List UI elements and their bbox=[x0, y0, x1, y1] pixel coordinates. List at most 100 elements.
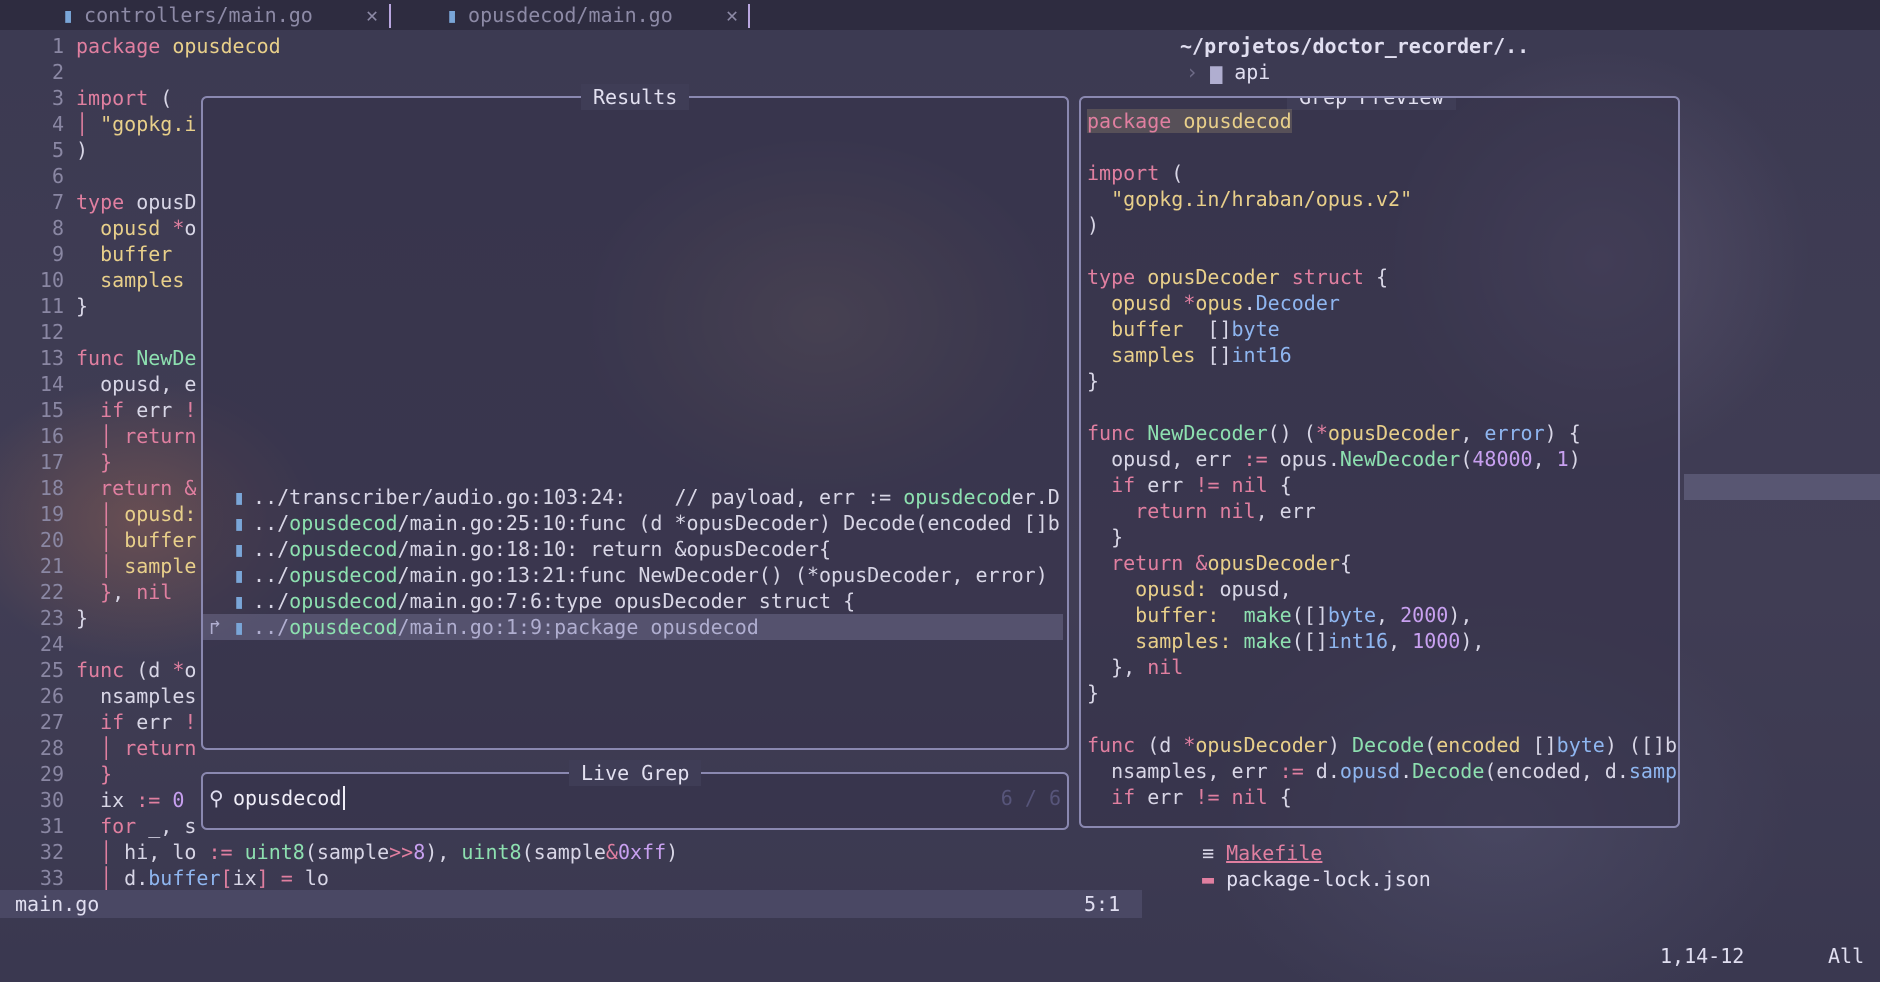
line-number: 32 bbox=[39, 840, 64, 864]
result-path: ../ bbox=[253, 511, 290, 535]
tabline: ▮ controllers/main.go ✕ ▮ opusdecod/main.g… bbox=[0, 0, 1880, 30]
preview-line: } bbox=[1087, 369, 1100, 393]
code-line: } bbox=[100, 450, 113, 474]
search-input[interactable]: opusdecod bbox=[233, 784, 341, 812]
result-rest: /main.go:1:9:package opusdecod bbox=[397, 615, 759, 639]
result-row[interactable]: ▮ ../opusdecod/main.go:7:6:type opusDecod… bbox=[203, 588, 1063, 614]
code-line: │ return bbox=[100, 424, 197, 448]
preview-line: } bbox=[1087, 681, 1100, 705]
result-row[interactable]: ▮ ../opusdecod/main.go:13:21:func NewDeco… bbox=[203, 562, 1063, 588]
tab-close-icon[interactable]: ✕ bbox=[726, 0, 738, 30]
line-number: 5 bbox=[51, 138, 64, 162]
live-grep-title: Live Grep bbox=[569, 760, 702, 786]
code-line: nsamples bbox=[76, 684, 197, 708]
result-rest: /main.go:25:10:func (d *opusDecoder) Dec… bbox=[397, 511, 1060, 535]
folder-icon: ▆ bbox=[1210, 60, 1223, 84]
result-rest: /main.go:7:6:type opusDecoder struct { bbox=[397, 589, 856, 613]
line-number: 18 bbox=[39, 476, 64, 500]
preview-line: return &opusDecoder{ bbox=[1111, 551, 1352, 575]
tab-label: opusdecod/main.go bbox=[468, 3, 673, 27]
go-file-icon: ▮ bbox=[62, 3, 75, 27]
result-match: opusdecod bbox=[289, 615, 398, 639]
results-panel: Results ▮ ../transcriber/audio.go:103:24:… bbox=[201, 84, 1069, 750]
line-number: 23 bbox=[39, 606, 64, 630]
grep-preview-title: Grep Preview bbox=[1287, 98, 1456, 110]
line-number: 19 bbox=[39, 502, 64, 526]
result-path: ../transcriber/audio.go:103:24: // paylo… bbox=[253, 485, 904, 509]
go-file-icon: ▮ bbox=[233, 485, 246, 509]
line-number: 7 bbox=[51, 190, 64, 214]
go-file-icon: ▮ bbox=[446, 3, 459, 27]
go-file-icon: ▮ bbox=[233, 615, 246, 639]
line-number: 2 bbox=[51, 60, 64, 84]
result-path: ../ bbox=[253, 615, 290, 639]
code-line: func (d *o bbox=[76, 658, 197, 682]
tree-item-label: package-lock.json bbox=[1226, 867, 1431, 891]
tab-separator bbox=[748, 4, 750, 28]
code-line: ix := 0 bbox=[76, 788, 185, 812]
code-line: } bbox=[100, 762, 113, 786]
preview-line: package opusdecod bbox=[1087, 109, 1292, 133]
line-number: 15 bbox=[39, 398, 64, 422]
chevron-right-icon: › bbox=[1186, 60, 1199, 84]
code-line: │ hi, lo := uint8(sample>>8), uint8(samp… bbox=[100, 840, 679, 864]
scrollbar-thumb[interactable] bbox=[1684, 474, 1880, 500]
preview-line: buffer: make([]byte, 2000), bbox=[1135, 603, 1473, 627]
result-path: ../ bbox=[253, 537, 290, 561]
line-number: 33 bbox=[39, 866, 64, 890]
go-file-icon: ▮ bbox=[233, 537, 246, 561]
result-match: opusdecod bbox=[289, 589, 398, 613]
ruler-scroll: All bbox=[1828, 944, 1865, 968]
code-line: buffer bbox=[100, 242, 173, 266]
code-line: if err ! bbox=[100, 398, 197, 422]
tree-item-label: api bbox=[1234, 60, 1271, 84]
tab-separator bbox=[389, 4, 391, 28]
result-match: opusdecod bbox=[903, 485, 1012, 509]
rocket-prompt-icon: ⚲ bbox=[209, 786, 224, 810]
preview-line: func NewDecoder() (*opusDecoder, error) … bbox=[1087, 421, 1581, 445]
result-row[interactable]: ↱ ▮ ../opusdecod/main.go:1:9:package opusd… bbox=[203, 614, 1063, 640]
line-number: 20 bbox=[39, 528, 64, 552]
tree-item-api[interactable]: › ▆ api bbox=[1186, 59, 1270, 85]
status-filename: main.go bbox=[15, 892, 100, 916]
tab-close-icon[interactable]: ✕ bbox=[366, 0, 378, 30]
preview-line: "gopkg.in/hraban/opus.v2" bbox=[1111, 187, 1413, 211]
preview-line: }, nil bbox=[1087, 655, 1184, 679]
result-row[interactable]: ▮ ../opusdecod/main.go:25:10:func (d *opu… bbox=[203, 510, 1063, 536]
result-row[interactable]: ▮ ../transcriber/audio.go:103:24: // payl… bbox=[203, 484, 1063, 510]
code-line: type opusD bbox=[76, 190, 197, 214]
preview-line: import ( bbox=[1087, 161, 1184, 185]
code-line: │ "gopkg.i bbox=[76, 112, 197, 136]
line-number: 29 bbox=[39, 762, 64, 786]
line-number: 26 bbox=[39, 684, 64, 708]
code-line: │ sample bbox=[100, 554, 197, 578]
line-number: 10 bbox=[39, 268, 64, 292]
result-row[interactable]: ▮ ../opusdecod/main.go:18:10: return &opu… bbox=[203, 536, 1063, 562]
line-number: 1 bbox=[51, 34, 64, 58]
line-number: 9 bbox=[51, 242, 64, 266]
command-line[interactable]: 1,14-12 All bbox=[0, 918, 1880, 982]
code-line: return & bbox=[100, 476, 197, 500]
code-line: } bbox=[76, 606, 89, 630]
code-line: opusd, e bbox=[76, 372, 197, 396]
preview-line: opusd: opusd, bbox=[1135, 577, 1292, 601]
code-line: opusd *o bbox=[100, 216, 197, 240]
line-number: 25 bbox=[39, 658, 64, 682]
tree-item-package-lock[interactable]: ▬ package-lock.json bbox=[1202, 866, 1431, 892]
tree-item-makefile[interactable]: ≡ Makefile bbox=[1202, 840, 1322, 866]
json-file-icon: ▬ bbox=[1202, 867, 1215, 891]
line-number: 24 bbox=[39, 632, 64, 656]
code-line: samples bbox=[100, 268, 185, 292]
menu-lines-icon: ≡ bbox=[1202, 841, 1215, 865]
tab-controllers-main[interactable]: ▮ controllers/main.go bbox=[62, 0, 313, 30]
code-line: } bbox=[76, 294, 89, 318]
line-number: 3 bbox=[51, 86, 64, 110]
line-number: 13 bbox=[39, 346, 64, 370]
go-file-icon: ▮ bbox=[233, 511, 246, 535]
line-number: 4 bbox=[51, 112, 64, 136]
result-rest: /main.go:18:10: return &opusDecoder{ bbox=[397, 537, 832, 561]
tab-opusdecod-main[interactable]: ▮ opusdecod/main.go bbox=[446, 0, 673, 30]
tree-item-label: Makefile bbox=[1226, 841, 1323, 865]
editor-pane[interactable]: 1 package opusdecod 2 3 import (4 │ "gopkg.i 5… bbox=[0, 33, 678, 890]
tree-root-path[interactable]: ~/projetos/doctor_recorder/.. bbox=[1180, 33, 1529, 59]
